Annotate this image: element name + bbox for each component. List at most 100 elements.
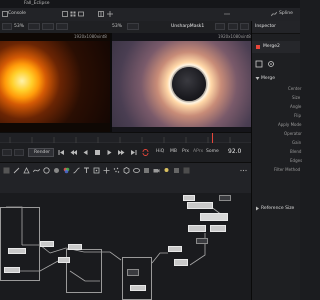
text-tool-icon[interactable] xyxy=(83,167,90,174)
current-frame-field[interactable]: 92.0 xyxy=(228,149,241,155)
field-operator[interactable]: Operator xyxy=(284,132,302,136)
left-roi-button[interactable] xyxy=(56,23,68,30)
transform-tool-icon[interactable] xyxy=(103,167,110,174)
right-viewer[interactable]: 1920x1080xint8 xyxy=(112,33,251,132)
inspector-header: Inspector xyxy=(252,21,300,34)
node-color-corrector[interactable] xyxy=(168,246,182,252)
stop-icon[interactable] xyxy=(94,149,101,156)
go-to-end-icon[interactable] xyxy=(130,149,137,156)
field-center[interactable]: Center xyxy=(288,87,301,91)
curves-tool-icon[interactable] xyxy=(73,167,80,174)
node-transform[interactable] xyxy=(188,225,206,232)
mask-tool-icon[interactable] xyxy=(133,167,140,174)
play-icon[interactable] xyxy=(106,149,113,156)
prx-toggle[interactable]: Prx xyxy=(182,149,189,155)
renderer-tool-icon[interactable] xyxy=(173,167,180,174)
node-loader-2[interactable] xyxy=(4,267,20,273)
particle-tool-icon[interactable] xyxy=(113,167,120,174)
node-merge-top[interactable] xyxy=(187,202,213,209)
render-button[interactable]: Render xyxy=(28,148,54,157)
field-filter-method[interactable]: Filter Method xyxy=(274,168,300,172)
range-start-field[interactable] xyxy=(14,149,24,156)
node-merge-bottom[interactable] xyxy=(127,269,139,276)
prev-frame-icon[interactable] xyxy=(82,149,89,156)
paint-tool-icon[interactable] xyxy=(13,167,20,174)
blur-tool-icon[interactable] xyxy=(53,167,60,174)
right-zoom-value[interactable]: 53% xyxy=(112,24,122,30)
field-apply-mode[interactable]: Apply Mode xyxy=(278,123,301,127)
grid-icon[interactable] xyxy=(70,11,76,17)
node-merge2[interactable] xyxy=(200,213,228,221)
compare-icon[interactable] xyxy=(98,11,104,17)
field-blend[interactable]: Blend xyxy=(290,150,301,154)
settings-tab-icon[interactable] xyxy=(267,60,275,68)
view-mode-icon[interactable] xyxy=(78,11,84,17)
tracker-tool-icon[interactable] xyxy=(93,167,100,174)
node-glow[interactable] xyxy=(174,259,188,266)
mb-toggle[interactable]: MB xyxy=(170,149,177,155)
field-size[interactable]: Size xyxy=(292,96,300,100)
field-edges[interactable]: Edges xyxy=(290,159,302,163)
inspector-node-name: Merge2 xyxy=(263,44,280,49)
render-label: Render xyxy=(34,150,51,155)
step-forward-icon[interactable] xyxy=(118,149,125,156)
group-frame-3[interactable] xyxy=(122,257,152,300)
right-options-button[interactable] xyxy=(240,23,249,30)
controls-tab-icon[interactable] xyxy=(255,60,263,68)
console-tab[interactable]: Console xyxy=(8,11,26,17)
fullscreen-icon[interactable] xyxy=(62,11,68,17)
field-angle[interactable]: Angle xyxy=(290,105,301,109)
node-mask[interactable] xyxy=(40,241,54,247)
camera-tool-icon[interactable] xyxy=(153,167,160,174)
node-blur[interactable] xyxy=(196,238,208,244)
gradient-tool-icon[interactable] xyxy=(183,167,190,174)
right-fit-button[interactable] xyxy=(127,23,139,30)
left-viewer-frame xyxy=(0,41,110,123)
left-lut-button[interactable] xyxy=(42,23,54,30)
color-correct-tool-icon[interactable] xyxy=(63,167,70,174)
project-tab[interactable]: Fall_Eclipse xyxy=(24,1,49,7)
reference-size-section-header[interactable]: Reference Size xyxy=(252,205,300,213)
field-gain[interactable]: Gain xyxy=(292,141,301,145)
node-loader-1[interactable] xyxy=(8,248,26,254)
loop-icon[interactable] xyxy=(142,149,149,156)
3d-tool-icon[interactable] xyxy=(123,167,130,174)
node-unsharp-mask[interactable] xyxy=(210,225,226,232)
node-text[interactable] xyxy=(130,285,146,291)
left-viewer[interactable]: 1920x1080xint8 xyxy=(0,33,110,132)
node-saver[interactable] xyxy=(183,195,195,201)
step-back-icon[interactable] xyxy=(70,149,77,156)
node-color-swatch[interactable] xyxy=(256,45,260,49)
polygon-tool-icon[interactable] xyxy=(23,167,30,174)
split-icon[interactable] xyxy=(107,11,113,17)
right-viewer-resolution: 1920x1080xint8 xyxy=(218,34,251,39)
left-viewer-options[interactable] xyxy=(2,23,12,30)
some-toggle[interactable]: Some xyxy=(206,149,219,155)
go-to-start-icon[interactable] xyxy=(58,149,65,156)
right-roi-button[interactable] xyxy=(228,23,238,30)
node-bspline[interactable] xyxy=(58,257,70,263)
right-lut-button[interactable] xyxy=(215,23,225,30)
more-icon[interactable] xyxy=(224,11,230,17)
spline-tab[interactable]: Spline xyxy=(279,11,293,17)
background-tool-icon[interactable] xyxy=(3,167,10,174)
inspector-node-row[interactable]: Merge2 xyxy=(252,41,300,53)
bspline-tool-icon[interactable] xyxy=(33,167,40,174)
field-flip[interactable]: Flip xyxy=(294,114,301,118)
flow-options-icon[interactable] xyxy=(240,167,247,174)
aprx-toggle[interactable]: APrx xyxy=(193,149,203,155)
node-flow[interactable] xyxy=(0,193,251,300)
merge-tool-icon[interactable] xyxy=(43,167,50,174)
hiq-toggle[interactable]: HiQ xyxy=(156,149,164,155)
group-frame-2[interactable] xyxy=(66,249,102,293)
left-zoom-value[interactable]: 53% xyxy=(14,24,24,30)
reference-section-arrow-icon xyxy=(255,206,260,211)
node-background[interactable] xyxy=(219,195,231,201)
merge-section-header[interactable]: Merge xyxy=(252,75,300,83)
start-frame-field[interactable] xyxy=(2,149,12,156)
node-polygon[interactable] xyxy=(68,244,82,250)
left-fit-button[interactable] xyxy=(28,23,40,30)
saver-tool-icon[interactable] xyxy=(143,167,150,174)
right-viewer-node[interactable]: UnsharpMask1 xyxy=(171,24,204,30)
light-tool-icon[interactable] xyxy=(163,167,170,174)
